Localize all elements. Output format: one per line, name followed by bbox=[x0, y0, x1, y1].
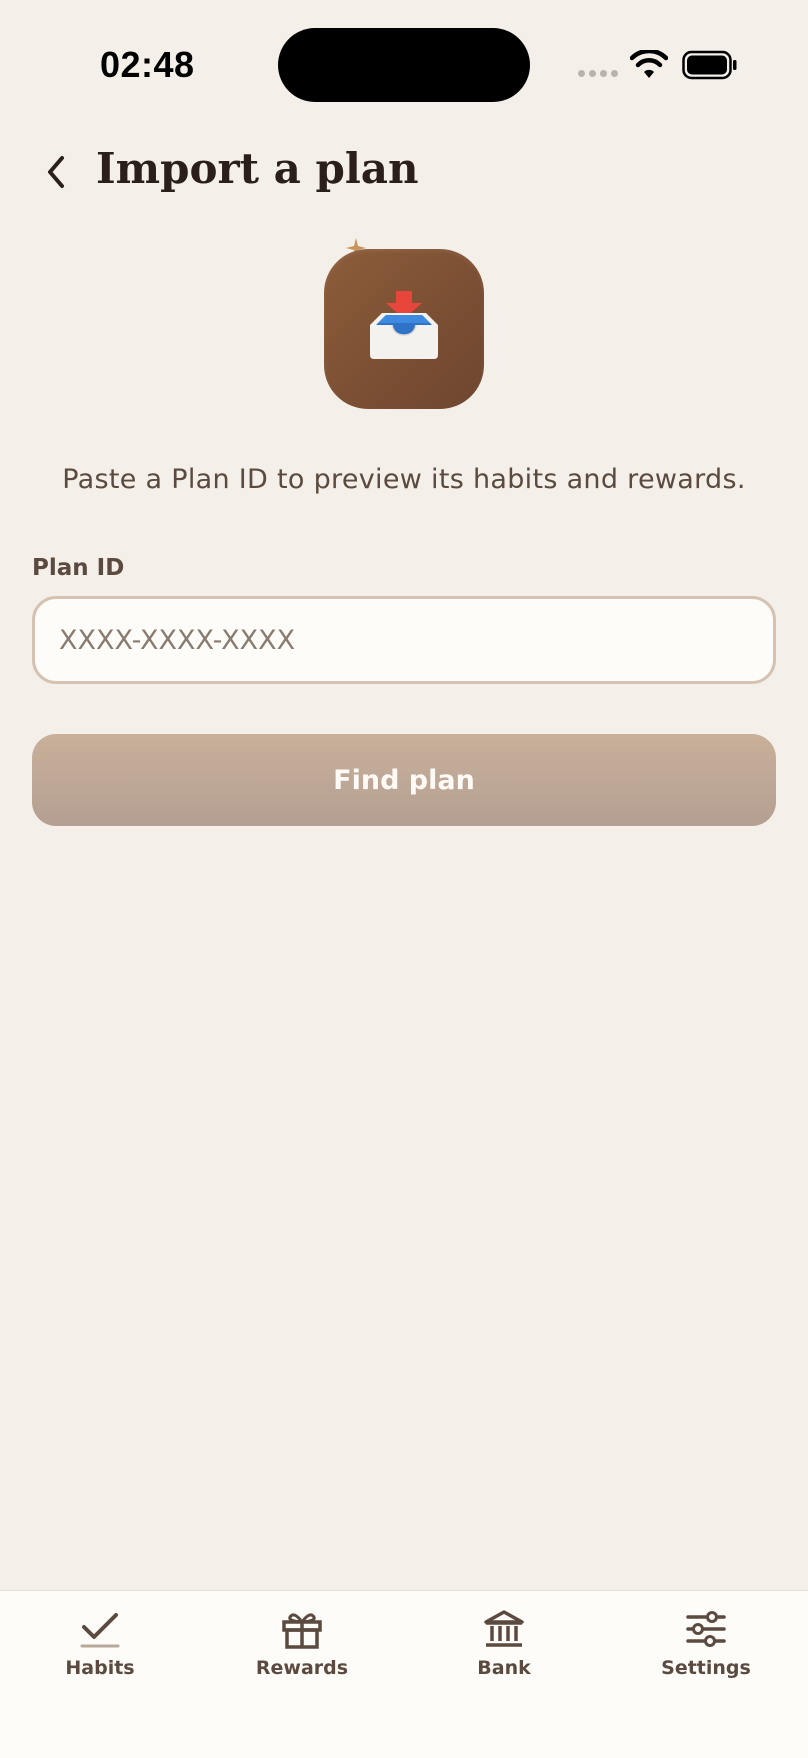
inbox-tray-icon bbox=[370, 291, 438, 359]
wifi-icon bbox=[630, 50, 668, 78]
battery-icon bbox=[682, 50, 737, 80]
hero-icon-tile bbox=[324, 249, 484, 409]
find-plan-button[interactable]: Find plan bbox=[32, 734, 776, 826]
import-plan-screen: 02:48 Import a plan Paste a Plan ID to p… bbox=[0, 0, 808, 1758]
status-time: 02:48 bbox=[100, 44, 195, 85]
tab-habits[interactable]: Habits bbox=[0, 1609, 200, 1699]
instruction-text: Paste a Plan ID to preview its habits an… bbox=[62, 464, 746, 495]
back-chevron-icon[interactable] bbox=[38, 150, 74, 194]
cellular-signal-icon bbox=[578, 70, 618, 77]
checkmark-icon bbox=[80, 1613, 120, 1648]
tab-settings[interactable]: Settings bbox=[606, 1609, 806, 1699]
bottom-tab-bar: Habits Rewards Bank Settings bbox=[0, 1590, 808, 1758]
tab-rewards-label: Rewards bbox=[255, 1657, 349, 1679]
tab-habits-label: Habits bbox=[65, 1657, 135, 1679]
page-title: Import a plan bbox=[96, 144, 419, 193]
gift-icon bbox=[282, 1613, 322, 1649]
bank-icon bbox=[484, 1610, 524, 1647]
sliders-icon bbox=[686, 1611, 726, 1647]
tab-bank[interactable]: Bank bbox=[404, 1609, 604, 1699]
dynamic-island bbox=[278, 28, 530, 102]
tab-rewards[interactable]: Rewards bbox=[202, 1609, 402, 1699]
tab-bank-label: Bank bbox=[477, 1657, 531, 1679]
plan-id-label: Plan ID bbox=[32, 555, 125, 581]
tab-settings-label: Settings bbox=[661, 1657, 751, 1679]
plan-id-input[interactable] bbox=[32, 596, 776, 684]
